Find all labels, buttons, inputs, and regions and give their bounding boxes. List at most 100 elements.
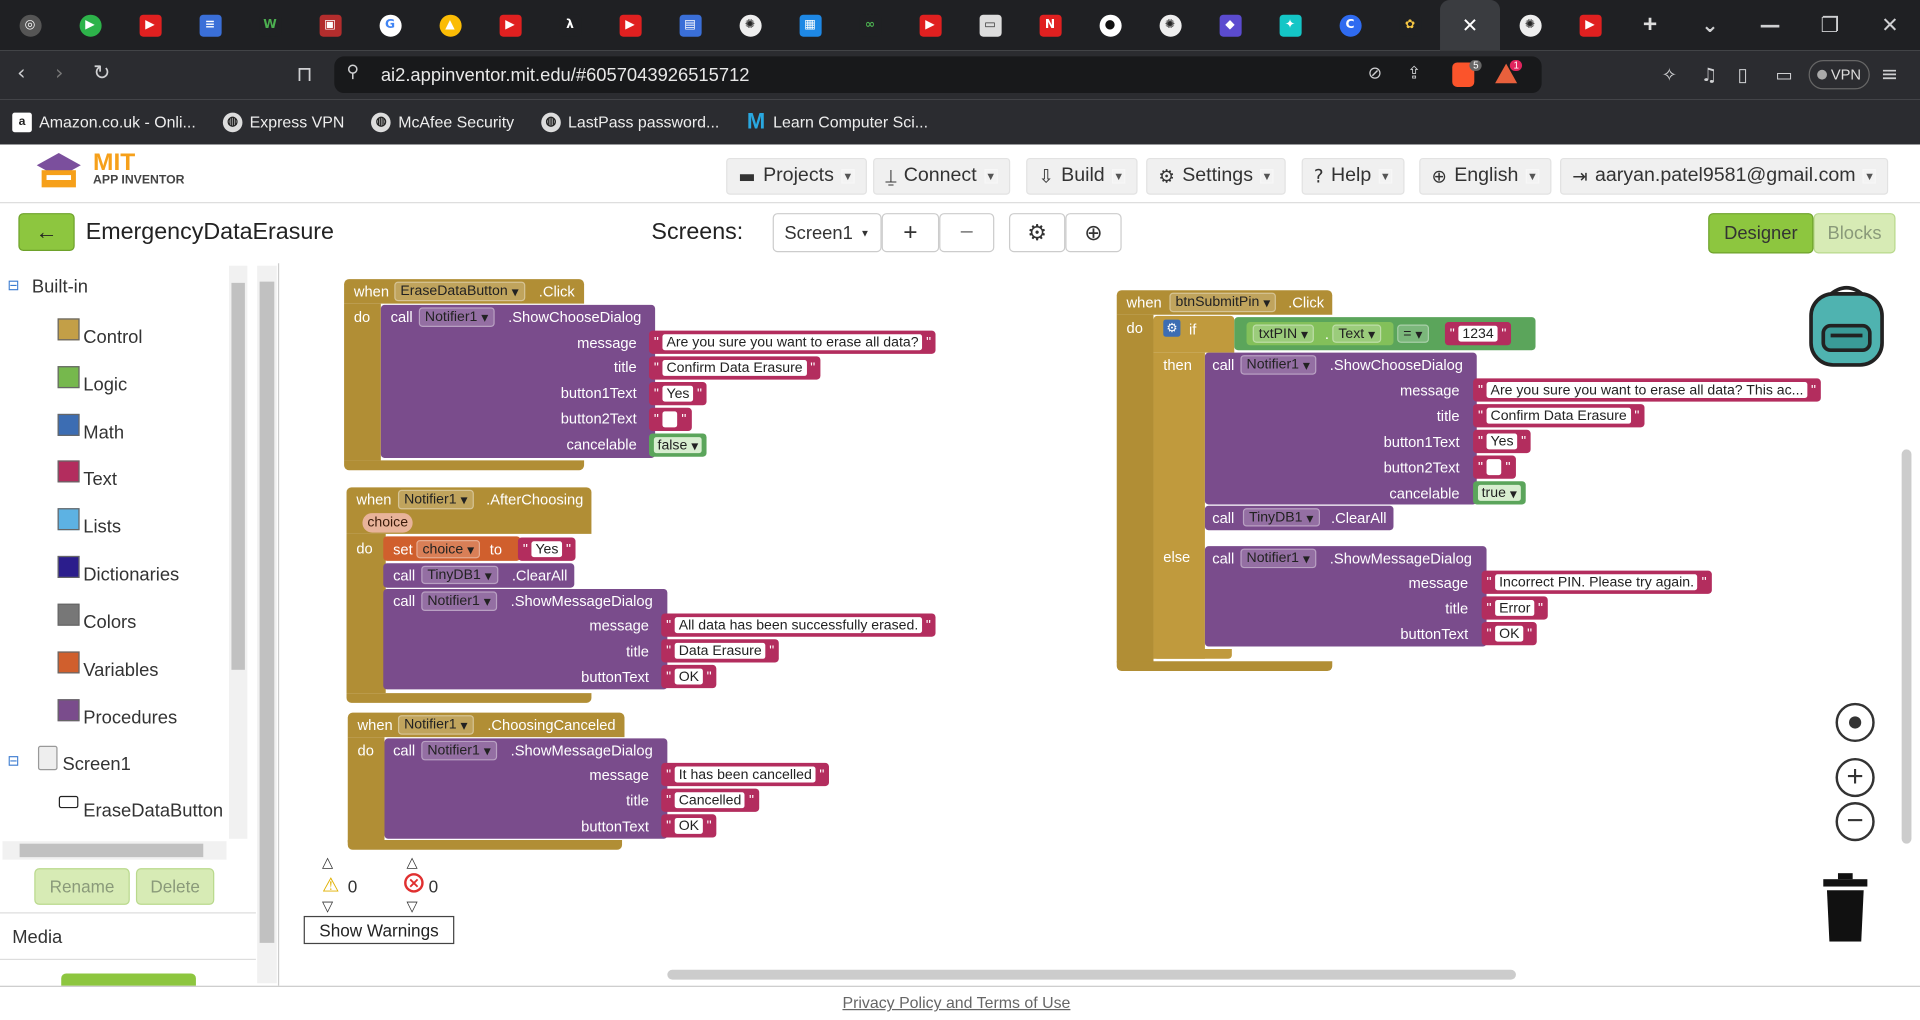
music-icon[interactable]: ♫ [1701,64,1717,86]
backpack-icon[interactable] [1804,279,1890,367]
tab-icon[interactable]: ∞ [840,0,900,50]
tab-icon[interactable]: ▦ [780,0,840,50]
property-dropdown[interactable]: Text ▾ [1332,324,1382,343]
text-block[interactable]: " Yes " [517,537,576,561]
tab-icon[interactable]: ✿ [1380,0,1440,50]
txtpin-dropdown[interactable]: txtPIN ▾ [1252,324,1315,343]
tab-icon[interactable]: ✦ [1260,0,1320,50]
operator-dropdown[interactable]: = ▾ [1397,324,1429,343]
workspace-horizontal-scrollbar[interactable] [667,969,1516,980]
text-block[interactable]: " Are you sure you want to erase all dat… [1473,378,1821,402]
category-dictionaries[interactable]: Dictionaries [83,564,179,585]
menu-icon[interactable]: ≡ [1881,62,1898,86]
tab-active-close[interactable]: ✕ [1440,0,1501,51]
notifier-dropdown[interactable]: Notifier1 ▾ [418,307,495,327]
notifier-dropdown[interactable]: Notifier1 ▾ [1240,355,1317,375]
site-info-icon[interactable]: ⚲ [347,62,360,82]
text-block[interactable]: " Yes " [1473,429,1532,454]
category-procedures[interactable]: Procedures [83,708,177,729]
back-icon[interactable]: ‹ [17,61,25,85]
tab-icon[interactable]: ▶ [600,0,660,50]
delete-button[interactable]: Delete [135,868,215,905]
tab-icon[interactable]: ▲ [420,0,480,50]
show-warnings-button[interactable]: Show Warnings [303,915,455,945]
warn-down-arrow[interactable]: ▽ [322,898,333,915]
text-block[interactable]: " Cancelled " [661,788,759,812]
tree-hscroll-thumb[interactable] [19,843,204,858]
account-menu[interactable]: ⇥ aaryan.patel9581@gmail.com ▼ [1560,157,1889,195]
language-menu[interactable]: ⊕ English ▼ [1419,157,1552,195]
forward-icon[interactable]: › [55,61,63,85]
projects-menu[interactable]: ▬ Projects ▼ [726,157,867,195]
tab-icon[interactable]: λ [540,0,600,50]
text-block[interactable]: " " [1473,455,1516,479]
variable-dropdown[interactable]: choice ▾ [416,540,481,559]
warn-up-arrow[interactable]: △ [322,853,333,870]
error-down-arrow[interactable]: ▽ [407,898,418,915]
bookmark-learn[interactable]: M Learn Computer Sci... [746,109,928,133]
collapse-icon[interactable]: ⊟ [7,752,19,769]
call-block-showchoosedialog[interactable] [1204,352,1477,505]
tab-list-button[interactable]: ⌄ [1680,0,1740,50]
tab-icon[interactable]: C [1320,0,1380,50]
gallery-button[interactable]: ⊕ [1065,213,1122,253]
share-icon[interactable]: ⇪ [1407,64,1421,84]
text-block[interactable]: " All data has been successfully erased.… [661,613,936,637]
category-lists[interactable]: Lists [83,517,121,538]
bookmark-icon[interactable]: ⊓ [296,62,312,86]
vpn-button[interactable]: VPN [1808,60,1870,90]
tab-icon[interactable]: ● [1080,0,1140,50]
center-icon[interactable] [1835,702,1875,743]
tinydb-dropdown[interactable]: TinyDB1 ▾ [421,565,498,585]
tab-icon[interactable]: G [360,0,420,50]
error-up-arrow[interactable]: △ [407,853,418,870]
notifier-dropdown[interactable]: Notifier1 ▾ [421,740,497,761]
tree-screen1[interactable]: Screen1 [62,754,130,775]
tab-icon[interactable]: ▣ [300,0,360,50]
tree-scroll-thumb[interactable] [231,282,245,670]
tab-icon[interactable]: W [240,0,300,50]
mit-logo-icon[interactable] [32,151,86,195]
tab-icon[interactable]: ▤ [660,0,720,50]
tab-icon[interactable]: ▶ [480,0,540,50]
screen-select[interactable]: Screen1 ▼ [772,213,882,253]
privacy-link[interactable]: Privacy Policy and Terms of Use [842,993,1070,1011]
settings-menu[interactable]: ⚙ Settings ▼ [1146,157,1286,195]
build-menu[interactable]: ⇩ Build ▼ [1026,157,1138,195]
camera-off-icon[interactable]: ⊘ [1368,64,1382,84]
tab-icon[interactable]: ▶ [900,0,960,50]
text-block[interactable]: " Confirm Data Erasure " [1473,404,1645,428]
text-block[interactable]: " OK " [1481,622,1537,646]
text-block[interactable]: " Yes " [648,382,707,406]
tab-icon[interactable]: N [1020,0,1080,50]
reload-icon[interactable]: ↻ [93,61,110,85]
panel-scroll-thumb[interactable] [259,281,275,943]
text-block[interactable]: " 1234 " [1444,322,1512,346]
add-screen-button[interactable]: + [881,213,940,253]
wallet-icon[interactable]: ▭ [1776,64,1793,86]
text-block[interactable]: " " [648,407,692,432]
logic-block[interactable]: false ▾ [648,433,707,457]
sidebar-icon[interactable]: ▯ [1738,64,1748,86]
blocks-button[interactable]: Blocks [1813,213,1896,254]
logic-block[interactable]: true ▾ [1473,481,1526,505]
param-choice[interactable]: choice [362,513,413,533]
tab-icon[interactable]: ✺ [1140,0,1200,50]
back-button[interactable]: ← [18,213,75,252]
tab-icon[interactable]: ◎ [0,0,60,50]
category-math[interactable]: Math [83,422,124,443]
project-properties-button[interactable]: ⚙ [1008,213,1066,253]
restore-button[interactable]: ❐ [1800,0,1860,50]
tinydb-dropdown[interactable]: TinyDB1 ▾ [1242,508,1320,527]
connect-menu[interactable]: ⍊ Connect ▼ [873,157,1010,195]
upload-file-button[interactable] [61,973,196,986]
collapse-icon[interactable]: ⊟ [7,277,19,294]
category-variables[interactable]: Variables [83,660,158,681]
tab-icon[interactable]: ▶ [120,0,180,50]
notifier-dropdown[interactable]: Notifier1 ▾ [421,591,497,612]
designer-button[interactable]: Designer [1708,213,1814,254]
bookmark-expressvpn[interactable]: ◍ Express VPN [222,112,344,132]
tab-icon[interactable]: ✺ [720,0,780,50]
text-block[interactable]: " OK " [661,664,717,689]
bookmark-lastpass[interactable]: ◍ LastPass password... [541,112,719,132]
